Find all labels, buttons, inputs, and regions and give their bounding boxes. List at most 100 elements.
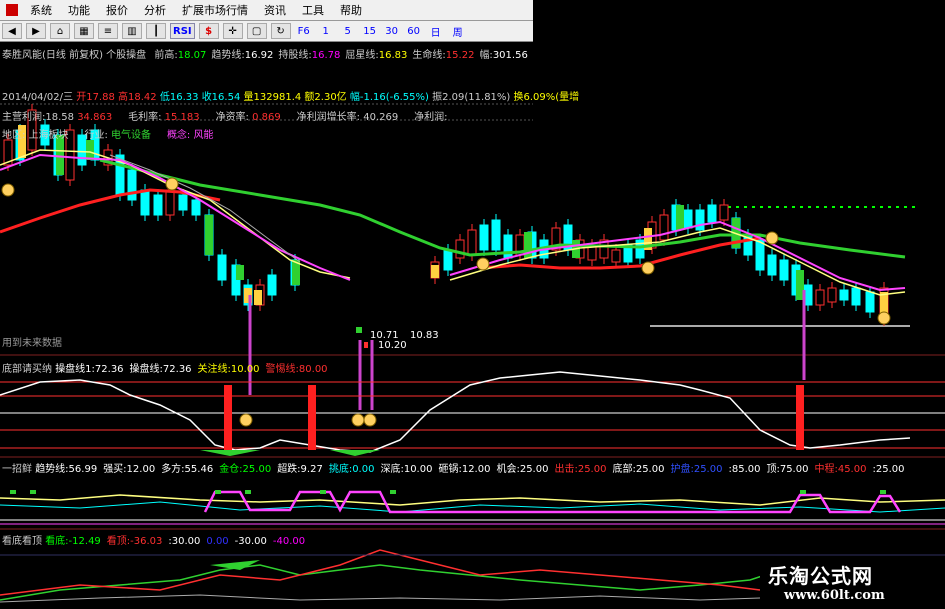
quote-low: 低16.33 bbox=[159, 92, 199, 103]
signal-marker bbox=[356, 327, 362, 333]
info-item-label: 前高: bbox=[154, 50, 178, 61]
candle-body bbox=[719, 204, 729, 221]
candle-body-yellow bbox=[431, 265, 439, 278]
panel3-item: 超跌:9.27 bbox=[277, 464, 323, 475]
panel3-item: :85.00 bbox=[728, 464, 761, 475]
info-item-value: 15.22 bbox=[445, 50, 475, 61]
fund-growth-value: 40.269 bbox=[363, 112, 399, 123]
signal-area bbox=[210, 560, 260, 570]
panel3-item: 中程:45.00 bbox=[814, 464, 867, 475]
candle-body bbox=[491, 219, 501, 251]
quote-bar: 2014/04/02/三 开17.88 高18.42 低16.33 收16.54… bbox=[2, 88, 579, 103]
future-data-note: 用到未来数据 bbox=[2, 338, 62, 349]
info-item-value: 301.56 bbox=[492, 50, 528, 61]
quote-amplitude: 振2.09(11.81%) bbox=[432, 92, 511, 103]
warning-bar bbox=[308, 385, 316, 450]
candle-body bbox=[707, 204, 717, 223]
smiley-icon bbox=[351, 413, 365, 427]
info-item-label: 幅: bbox=[479, 50, 493, 61]
reference-curve bbox=[0, 594, 761, 603]
panel3-item: 顶:75.00 bbox=[766, 464, 809, 475]
signal-dot bbox=[245, 490, 251, 494]
candle-body bbox=[683, 209, 693, 229]
concept-value: 风能 bbox=[193, 130, 214, 141]
smiley-icon bbox=[363, 413, 377, 427]
panel4-item: 0.00 bbox=[206, 536, 229, 547]
fund-net-value: 0.869 bbox=[252, 112, 281, 123]
price-mark-b: 10.83 bbox=[410, 330, 439, 341]
panel3-item: :25.00 bbox=[872, 464, 905, 475]
signal-dot bbox=[880, 490, 886, 494]
panel2-item: 操盘线1:72.36 bbox=[55, 364, 124, 375]
candle-body bbox=[455, 239, 465, 259]
fund-profit: 毛利率: bbox=[128, 112, 162, 123]
panel2-item: 警惕线:80.00 bbox=[265, 364, 328, 375]
panel4-item: -40.00 bbox=[272, 536, 306, 547]
info-item-label: 屈星线: bbox=[345, 50, 379, 61]
signal-dot bbox=[10, 490, 16, 494]
top-watch-line bbox=[0, 549, 761, 596]
quote-change: 幅-1.16(-6.55%) bbox=[349, 92, 429, 103]
panel3-item: 砸锅:12.00 bbox=[438, 464, 491, 475]
bottom-watch-line bbox=[0, 564, 781, 601]
operation-line bbox=[0, 371, 911, 453]
quote-high: 高18.42 bbox=[118, 92, 157, 103]
signal-dot bbox=[390, 490, 396, 494]
candle-body bbox=[815, 289, 825, 306]
info-item-value: 16.83 bbox=[378, 50, 408, 61]
panel3-item: 底部:25.00 bbox=[612, 464, 665, 475]
panel3-item: 护盘:25.00 bbox=[670, 464, 723, 475]
quote-amount: 额2.30亿 bbox=[304, 92, 347, 103]
fund-net: 净资率: bbox=[215, 112, 249, 123]
smiley-icon bbox=[765, 231, 779, 245]
candle-body bbox=[217, 254, 227, 281]
watermark: 乐淘公式网 www.60lt.com bbox=[760, 556, 940, 606]
fund-bar: 主营利润:18.58 34.863 毛利率: 15.183 净资率: 0.869… bbox=[2, 108, 448, 123]
panel3-item: 金仓:25.00 bbox=[219, 464, 272, 475]
quote-volume: 量132981.4 bbox=[243, 92, 302, 103]
fund-main: 主营利润:18.58 bbox=[2, 112, 74, 123]
candle-body-yellow bbox=[254, 290, 262, 305]
candle-body-green bbox=[676, 205, 684, 230]
industry-value: 电气设备 bbox=[111, 130, 152, 141]
smiley-icon bbox=[165, 177, 179, 191]
warning-bar bbox=[224, 385, 232, 450]
candle-body bbox=[779, 259, 789, 281]
candle-body bbox=[839, 289, 849, 301]
panel4-item: 看顶:-36.03 bbox=[106, 536, 163, 547]
fund-net-profit: 净利润: bbox=[414, 112, 448, 123]
smiley-icon bbox=[641, 261, 655, 275]
panel3-item: 挑底:0.00 bbox=[328, 464, 375, 475]
candle-body bbox=[659, 214, 669, 241]
panel2-item: 操盘线:72.36 bbox=[129, 364, 192, 375]
signal-dot bbox=[215, 490, 221, 494]
bottom-area bbox=[330, 450, 380, 456]
info-item-value: 16.78 bbox=[311, 50, 341, 61]
panel2-item: 关注线:10.00 bbox=[197, 364, 260, 375]
info-item: 生命线:15.22 bbox=[412, 50, 474, 61]
candle-body bbox=[767, 254, 777, 276]
candle-body bbox=[267, 274, 277, 296]
smiley-icon bbox=[877, 311, 891, 325]
stock-title: 泰胜风能(日线 前复权) 个股操盘 bbox=[2, 50, 147, 61]
quote-turnover: 换6.09%(量增 bbox=[513, 92, 580, 103]
panel3-item: 机会:25.00 bbox=[496, 464, 549, 475]
panel3-title: 一招鲜 bbox=[2, 464, 32, 475]
candle-body bbox=[191, 199, 201, 216]
panel4-item: 看底:-12.49 bbox=[45, 536, 101, 547]
candle-body bbox=[865, 291, 875, 313]
panel3-header: 一招鲜 趋势线:56.99 强买:12.00 多方:55.46 金仓:25.00 超跌:… bbox=[2, 460, 910, 475]
industry-label: 行业: bbox=[84, 130, 108, 141]
info-item: 幅:301.56 bbox=[479, 50, 527, 61]
region-label: 地区: bbox=[2, 130, 26, 141]
panel4-title: 看底看顶 bbox=[2, 536, 42, 547]
candle-body bbox=[443, 249, 453, 271]
panel4-header: 看底看顶 看底:-12.49 看顶:-36.03:30.00 0.00 -30.00-… bbox=[2, 532, 311, 547]
candle-body-green bbox=[205, 215, 213, 255]
box-line bbox=[203, 490, 902, 514]
candle-body bbox=[611, 249, 621, 263]
info-item: 持股线:16.78 bbox=[278, 50, 340, 61]
candle-body bbox=[178, 194, 188, 211]
panel3-item: 强买:12.00 bbox=[103, 464, 156, 475]
fund-growth: 净利润增长率: bbox=[296, 112, 361, 123]
